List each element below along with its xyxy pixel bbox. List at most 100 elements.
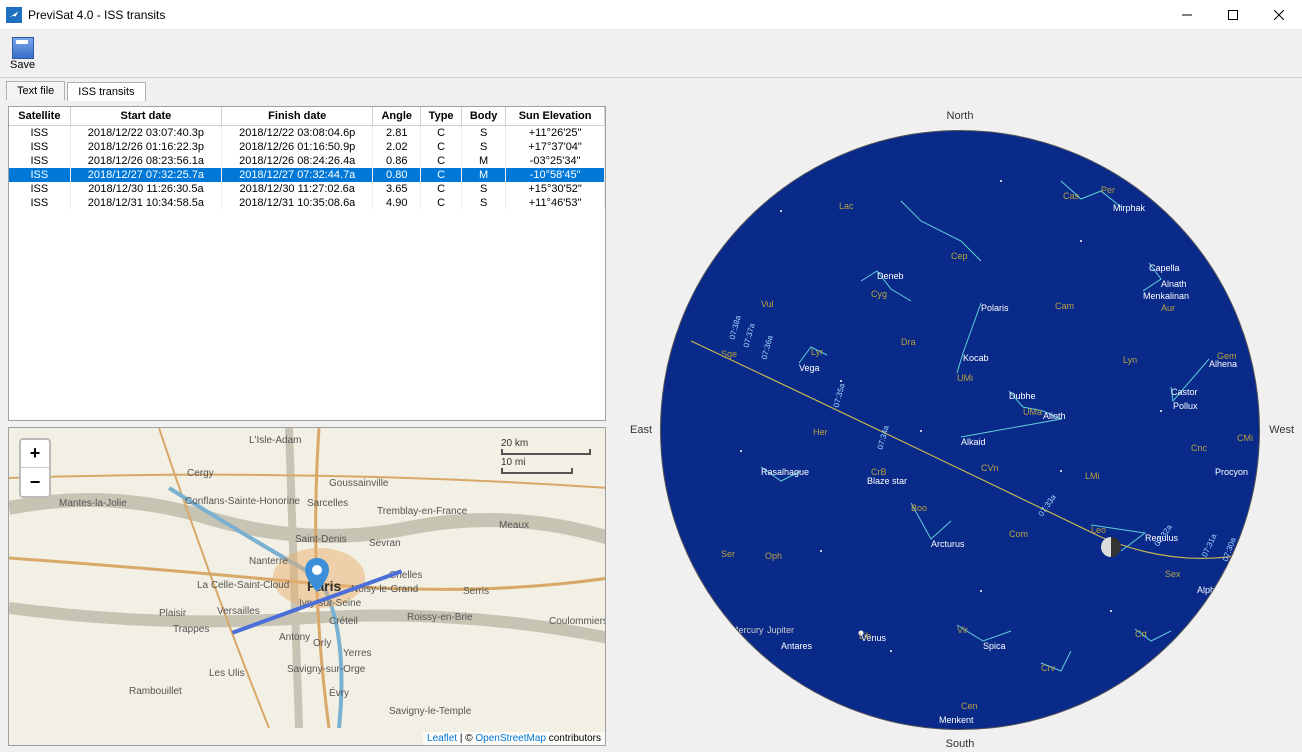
star-label: Mirphak <box>1113 203 1145 213</box>
city-label: Goussainville <box>329 478 388 489</box>
constellation-label: Lyr <box>811 347 823 357</box>
constellation-label: Aur <box>1161 303 1175 313</box>
maximize-button[interactable] <box>1210 0 1256 30</box>
zoom-in-button[interactable]: + <box>21 440 49 468</box>
cell: 2018/12/26 08:24:26.4a <box>222 154 373 168</box>
table-row[interactable]: ISS2018/12/26 08:23:56.1a2018/12/26 08:2… <box>9 154 605 168</box>
cell: ISS <box>9 196 70 210</box>
cardinal-east: East <box>630 424 652 436</box>
zoom-control: + − <box>19 438 51 498</box>
constellation-label: Boo <box>911 503 927 513</box>
city-label: Versailles <box>217 606 260 617</box>
toolbar: Save <box>0 30 1302 78</box>
save-button[interactable]: Save <box>6 35 39 73</box>
cell: ISS <box>9 126 70 141</box>
star-label: Pollux <box>1173 401 1198 411</box>
close-button[interactable] <box>1256 0 1302 30</box>
cell: C <box>421 196 462 210</box>
city-label: Trappes <box>173 624 209 635</box>
constellation-label: Lib <box>859 631 871 641</box>
table-row[interactable]: ISS2018/12/22 03:07:40.3p2018/12/22 03:0… <box>9 126 605 141</box>
col-header[interactable]: Satellite <box>9 107 70 126</box>
constellation-label: CVn <box>981 463 999 473</box>
constellation-label: Gem <box>1217 351 1237 361</box>
star-label: Menkent <box>939 715 974 725</box>
city-label: La Celle-Saint-Cloud <box>197 580 289 591</box>
constellation-label: UMa <box>1023 407 1042 417</box>
cell: 2.81 <box>373 126 421 141</box>
star-label: Blaze star <box>867 476 907 486</box>
star-label: Alnath <box>1161 279 1187 289</box>
col-header[interactable]: Angle <box>373 107 421 126</box>
titlebar: PreviSat 4.0 - ISS transits <box>0 0 1302 30</box>
cell: -10°58'45" <box>506 168 605 182</box>
cell: +17°37'04" <box>506 140 605 154</box>
cell: C <box>421 140 462 154</box>
transit-table[interactable]: SatelliteStart dateFinish dateAngleTypeB… <box>8 106 606 421</box>
cell: 0.80 <box>373 168 421 182</box>
cell: 2018/12/27 07:32:25.7a <box>70 168 221 182</box>
city-label: Créteil <box>329 616 358 627</box>
city-label: Évry <box>329 688 349 699</box>
tab-text-file[interactable]: Text file <box>6 81 65 100</box>
col-header[interactable]: Type <box>421 107 462 126</box>
cell: M <box>462 154 506 168</box>
star-label: Castor <box>1171 387 1198 397</box>
tab-iss-transits[interactable]: ISS transits <box>67 82 145 101</box>
leaflet-link[interactable]: Leaflet <box>427 733 457 744</box>
col-header[interactable]: Start date <box>70 107 221 126</box>
cell: ISS <box>9 154 70 168</box>
moon-icon <box>1101 537 1121 557</box>
table-row[interactable]: ISS2018/12/31 10:34:58.5a2018/12/31 10:3… <box>9 196 605 210</box>
constellation-label: Lac <box>839 201 854 211</box>
app-icon <box>6 7 22 23</box>
minimize-button[interactable] <box>1164 0 1210 30</box>
cell: S <box>462 182 506 196</box>
constellation-label: Sex <box>1165 569 1181 579</box>
col-header[interactable]: Finish date <box>222 107 373 126</box>
city-label: Tremblay-en-France <box>377 506 467 517</box>
cell: 2.02 <box>373 140 421 154</box>
col-header[interactable]: Sun Elevation <box>506 107 605 126</box>
city-label: Yerres <box>343 648 372 659</box>
city-label: Nanterre <box>249 556 288 567</box>
cell: 2018/12/27 07:32:44.7a <box>222 168 373 182</box>
constellation-label: Crv <box>1041 663 1055 673</box>
save-label: Save <box>10 59 35 71</box>
city-label: Orly <box>313 638 331 649</box>
col-header[interactable]: Body <box>462 107 506 126</box>
constellation-label: Vir <box>957 625 968 635</box>
cell: 3.65 <box>373 182 421 196</box>
city-label: Sarcelles <box>307 498 348 509</box>
cell: 0.86 <box>373 154 421 168</box>
sky-chart[interactable]: North South East West <box>640 110 1280 750</box>
city-label: Saint-Denis <box>295 534 347 545</box>
zoom-out-button[interactable]: − <box>21 468 49 496</box>
constellation-label: LMi <box>1085 471 1100 481</box>
star-label: Arcturus <box>931 539 965 549</box>
constellation-label: Ser <box>721 549 735 559</box>
cell: C <box>421 182 462 196</box>
city-label: Serris <box>463 586 489 597</box>
table-row[interactable]: ISS2018/12/30 11:26:30.5a2018/12/30 11:2… <box>9 182 605 196</box>
cell: ISS <box>9 140 70 154</box>
constellation-label: Lyn <box>1123 355 1137 365</box>
constellation-label: Her <box>813 427 828 437</box>
osm-link[interactable]: OpenStreetMap <box>475 733 546 744</box>
star-label: Deneb <box>877 271 904 281</box>
table-row[interactable]: ISS2018/12/27 07:32:25.7a2018/12/27 07:3… <box>9 168 605 182</box>
star-label: Dubhe <box>1009 391 1036 401</box>
constellation-label: Cam <box>1055 301 1074 311</box>
cell: M <box>462 168 506 182</box>
cardinal-west: West <box>1269 424 1294 436</box>
city-label: Rambouillet <box>129 686 182 697</box>
save-icon <box>12 37 34 59</box>
star-label: Spica <box>983 641 1006 651</box>
star-label: Capella <box>1149 263 1180 273</box>
city-label: Conflans-Sainte-Honorine <box>185 496 300 507</box>
constellation-label: Cnc <box>1191 443 1207 453</box>
table-row[interactable]: ISS2018/12/26 01:16:22.3p2018/12/26 01:1… <box>9 140 605 154</box>
map[interactable]: ParisL'Isle-AdamCergyGoussainvilleSarcel… <box>8 427 606 746</box>
constellation-label: UMi <box>957 373 973 383</box>
constellation-label: Com <box>1009 529 1028 539</box>
